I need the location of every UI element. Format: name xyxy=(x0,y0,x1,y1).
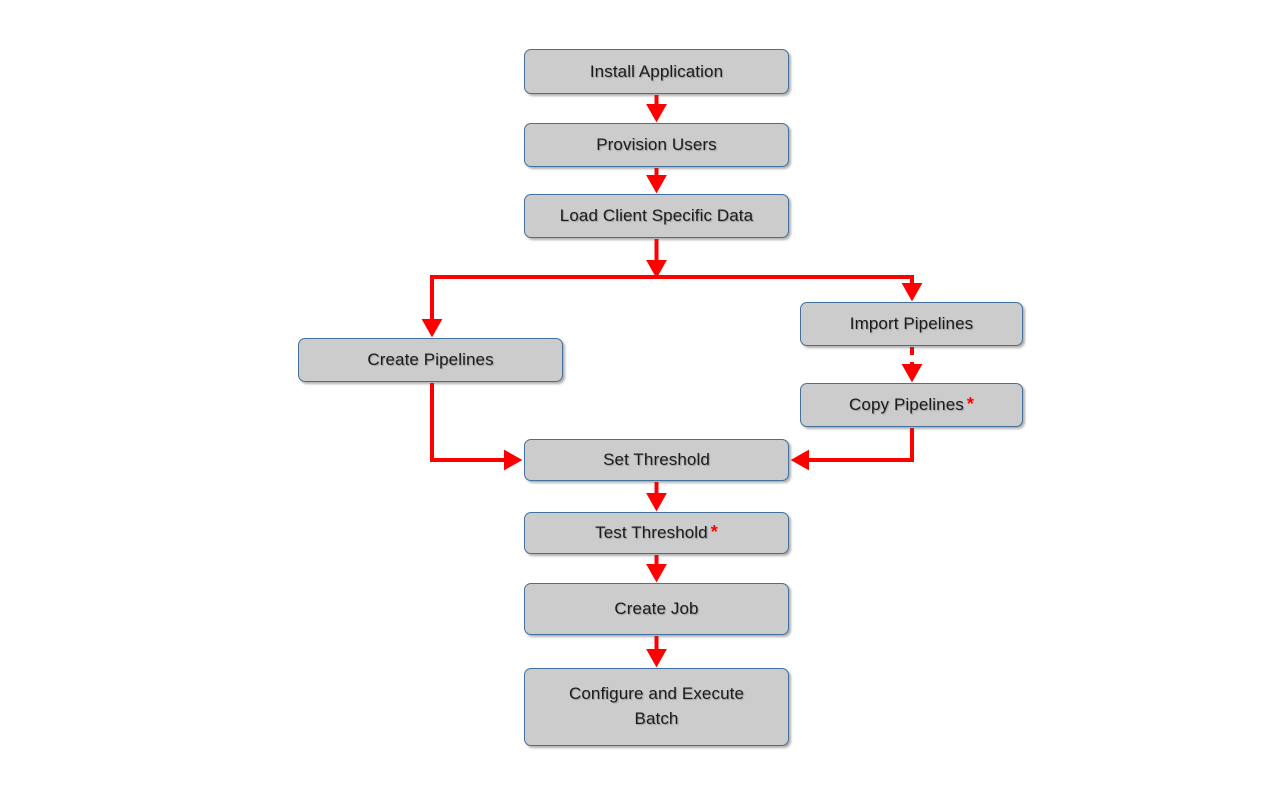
node-set-threshold[interactable]: Set Threshold xyxy=(524,439,789,481)
node-create-job[interactable]: Create Job xyxy=(524,583,789,635)
node-test-threshold[interactable]: Test Threshold * xyxy=(524,512,789,554)
required-asterisk-icon: * xyxy=(710,522,718,543)
node-label: Test Threshold xyxy=(595,523,708,543)
edge-copy-pipelines-to-set-threshold xyxy=(790,428,914,471)
edge-create-pipelines-to-set-threshold xyxy=(430,383,523,471)
required-asterisk-icon: * xyxy=(966,394,974,415)
node-label: Set Threshold xyxy=(603,450,710,470)
node-configure-and-execute-batch[interactable]: Configure and Execute Batch xyxy=(524,668,789,746)
node-label: Provision Users xyxy=(596,135,717,155)
node-import-pipelines[interactable]: Import Pipelines xyxy=(800,302,1023,346)
node-create-pipelines[interactable]: Create Pipelines xyxy=(298,338,563,382)
node-label: Copy Pipelines xyxy=(849,395,964,415)
node-install-application[interactable]: Install Application xyxy=(524,49,789,94)
flowchart-canvas: Install Application Provision Users Load… xyxy=(0,0,1280,787)
node-label: Configure and Execute Batch xyxy=(568,684,745,728)
node-label: Create Pipelines xyxy=(367,350,494,370)
node-copy-pipelines[interactable]: Copy Pipelines * xyxy=(800,383,1023,427)
node-provision-users[interactable]: Provision Users xyxy=(524,123,789,167)
node-label: Import Pipelines xyxy=(849,314,974,334)
node-label: Install Application xyxy=(589,61,724,81)
node-label: Load Client Specific Data xyxy=(559,206,754,226)
node-load-client-specific-data[interactable]: Load Client Specific Data xyxy=(524,194,789,238)
node-label: Create Job xyxy=(614,599,699,619)
